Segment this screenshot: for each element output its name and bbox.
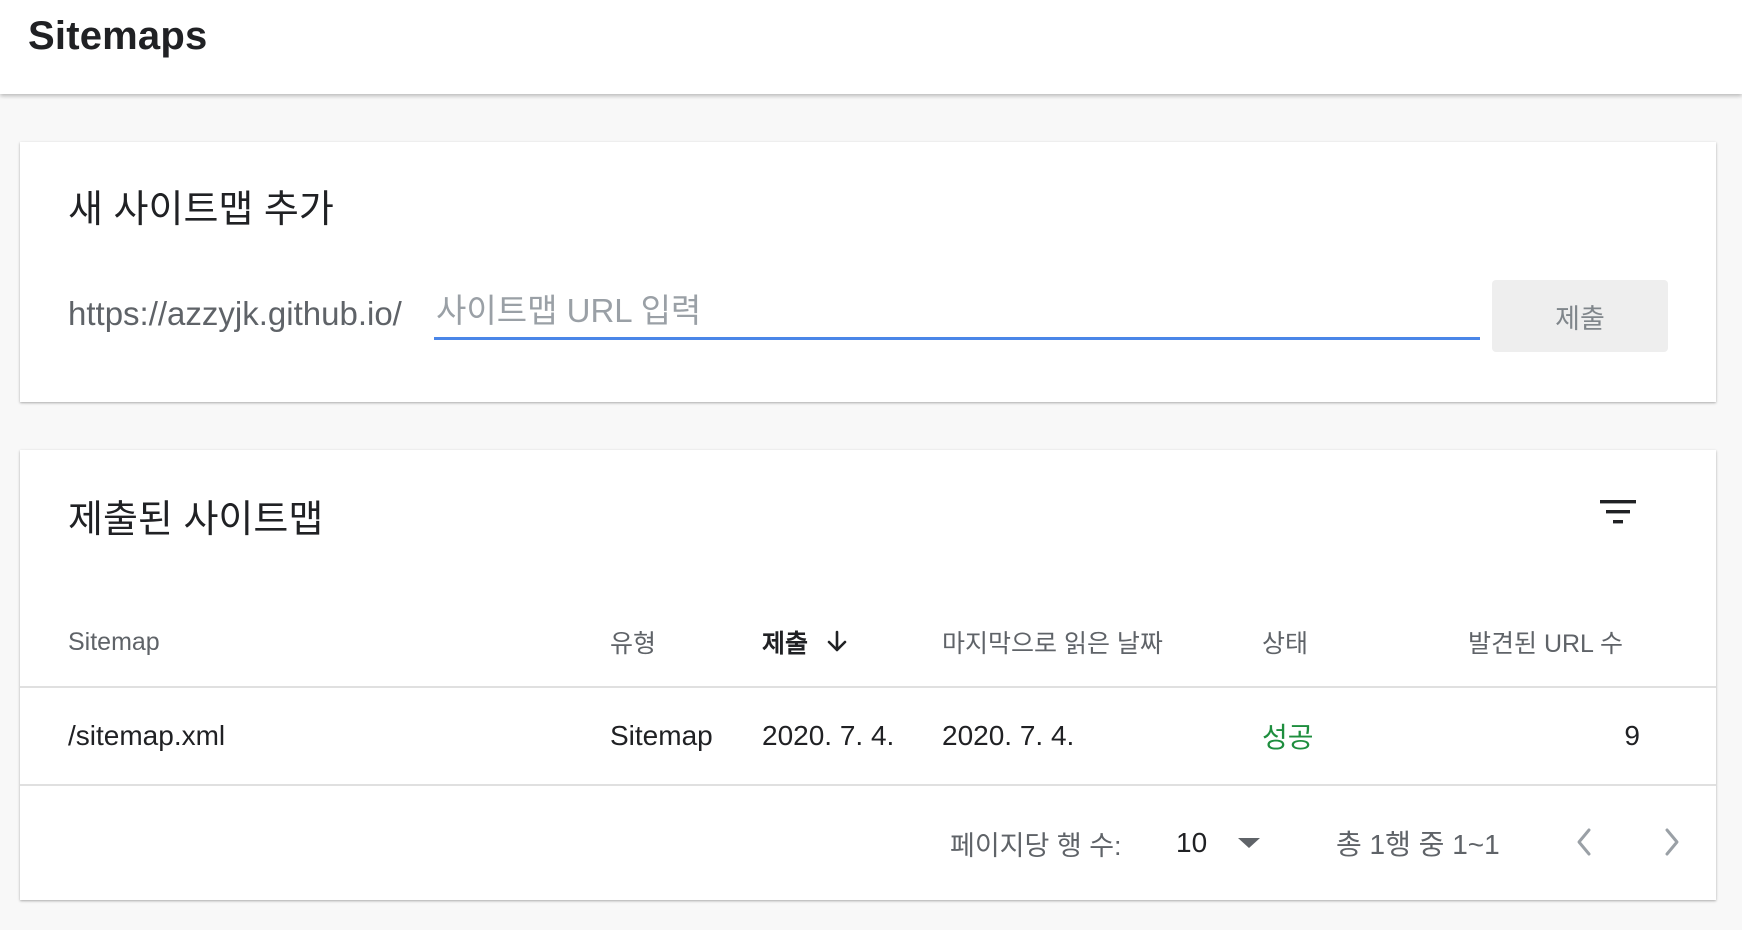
column-header-type[interactable]: 유형 [610,598,656,686]
top-header: Sitemaps [0,0,1742,94]
column-header-label: 상태 [1262,630,1309,658]
chevron-right-icon [1660,826,1684,863]
previous-page-button[interactable] [1556,816,1612,872]
submit-button[interactable]: 제출 [1492,280,1668,352]
column-header-last-read[interactable]: 마지막으로 읽은 날짜 [942,598,1163,686]
caret-down-icon [1237,836,1261,850]
chevron-left-icon [1572,826,1596,863]
rows-per-page-select[interactable]: 10 [1176,786,1276,900]
pagination: 페이지당 행 수: 10 총 1행 중 1~1 [20,786,1716,900]
pagination-range: 총 1행 중 1~1 [1336,829,1500,860]
add-sitemap-title: 새 사이트맵 추가 [68,189,334,231]
add-sitemap-card: 새 사이트맵 추가 https://azzyjk.github.io/ 제출 [20,142,1716,402]
submitted-sitemaps-title: 제출된 사이트맵 [68,499,324,541]
submitted-sitemaps-card: 제출된 사이트맵 Sitemap 유형 제출 마지막으로 읽은 날짜 상태 발견… [20,450,1716,900]
column-header-sitemap[interactable]: Sitemap [68,598,160,686]
sitemap-url-input[interactable] [434,288,1480,340]
page-title: Sitemaps [28,14,208,58]
column-header-label: Sitemap [68,627,160,656]
rows-per-page-value: 10 [1176,827,1208,858]
cell-discovered-urls: 9 [1624,720,1640,751]
column-header-label: 마지막으로 읽은 날짜 [942,630,1163,658]
cell-type: Sitemap [610,720,713,751]
site-url-prefix: https://azzyjk.github.io/ [68,295,402,332]
column-header-label: 유형 [610,630,657,658]
column-header-discovered-urls[interactable]: 발견된 URL 수 [1468,598,1623,686]
column-header-submitted[interactable]: 제출 [762,598,850,686]
column-header-label: 발견된 URL 수 [1468,630,1623,658]
cell-sitemap: /sitemap.xml [68,720,226,751]
column-header-label: 제출 [762,630,809,658]
table-header: Sitemap 유형 제출 마지막으로 읽은 날짜 상태 발견된 URL 수 [20,598,1716,688]
column-header-status[interactable]: 상태 [1262,598,1308,686]
next-page-button[interactable] [1644,816,1700,872]
status-badge: 성공 [1262,722,1314,753]
filter-list-icon[interactable] [1594,488,1642,536]
cell-submitted: 2020. 7. 4. [762,720,895,751]
table-row[interactable]: /sitemap.xml Sitemap 2020. 7. 4. 2020. 7… [20,688,1716,786]
arrow-down-icon [824,629,850,655]
rows-per-page-label: 페이지당 행 수: [950,830,1122,861]
cell-last-read: 2020. 7. 4. [942,720,1075,751]
